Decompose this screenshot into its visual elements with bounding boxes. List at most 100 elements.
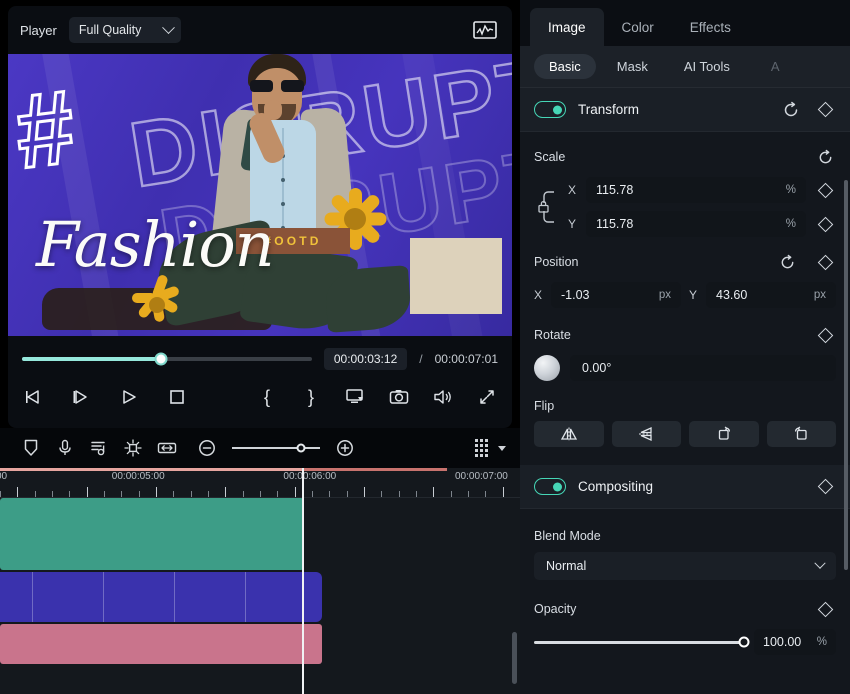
grid-view-icon[interactable] (475, 439, 488, 457)
monitor-icon[interactable] (344, 386, 366, 408)
flip-vertical-button[interactable] (611, 421, 681, 447)
camera-icon[interactable] (388, 386, 410, 408)
step-forward-icon[interactable] (70, 386, 92, 408)
flip-label: Flip (534, 399, 555, 413)
range-bar-active[interactable] (0, 468, 302, 471)
blend-mode-row-label: Blend Mode (534, 529, 836, 543)
video-preview[interactable]: DISRUPTED DISRUPTED # (8, 54, 512, 336)
zoom-in-icon[interactable] (328, 439, 362, 457)
blend-mode-label: Blend Mode (534, 529, 601, 543)
opacity-keyframe-icon[interactable] (814, 598, 836, 620)
scale-x-value: 115.78 (596, 183, 634, 197)
waveform-scope-icon[interactable] (472, 20, 498, 40)
total-timecode: 00:00:07:01 (434, 352, 498, 366)
ruler-tick (468, 491, 469, 497)
overlay-clip[interactable] (0, 572, 323, 622)
ruler-tick (381, 491, 383, 497)
compositing-toggle[interactable] (534, 478, 566, 495)
position-x-input[interactable]: -1.03 px (551, 282, 681, 308)
flip-horizontal-button[interactable] (534, 421, 604, 447)
lock-icon[interactable] (534, 187, 560, 227)
tab-effects[interactable]: Effects (672, 8, 749, 46)
audio-list-icon[interactable] (82, 439, 116, 457)
play-icon[interactable] (118, 386, 140, 408)
video-clip[interactable] (0, 498, 305, 570)
ruler-tick (138, 491, 140, 497)
hand (264, 100, 282, 120)
subtab-ai-tools[interactable]: AI Tools (669, 54, 745, 79)
zoom-slider-track[interactable] (232, 443, 320, 453)
seek-handle[interactable] (154, 352, 168, 366)
ruler-tick (0, 491, 1, 497)
compositing-body: Blend Mode Normal Opacity 100.00 % (520, 509, 850, 659)
seek-bar[interactable] (22, 352, 312, 366)
tab-image[interactable]: Image (530, 8, 604, 46)
inspector-scrollbar[interactable] (844, 180, 848, 570)
audio-clip[interactable] (0, 624, 323, 664)
keyframe-diamond-icon[interactable] (814, 99, 836, 121)
quality-select[interactable]: Full Quality (68, 17, 181, 43)
position-x-axis-label: X (534, 288, 543, 302)
opacity-input[interactable]: 100.00 % (754, 629, 836, 655)
sparkle-icon[interactable] (116, 439, 150, 457)
scale-y-unit: % (785, 218, 796, 230)
quality-select-value: Full Quality (78, 23, 142, 37)
opacity-unit: % (816, 636, 827, 648)
ruler-tick (242, 491, 244, 497)
subtab-basic[interactable]: Basic (534, 54, 596, 79)
playback-button-row: { } (22, 386, 498, 408)
scale-y-keyframe-icon[interactable] (814, 213, 836, 235)
rotate-dial[interactable] (534, 355, 560, 381)
step-back-icon[interactable] (22, 386, 44, 408)
tab-color[interactable]: Color (604, 8, 672, 46)
rotate-left-button[interactable] (766, 421, 836, 447)
microphone-icon[interactable] (48, 439, 82, 457)
reset-icon[interactable] (780, 99, 802, 121)
ruler-tick (190, 491, 192, 497)
zoom-slider-handle[interactable] (296, 443, 306, 453)
position-row-label: Position (534, 251, 836, 273)
zoom-out-icon[interactable] (190, 439, 224, 457)
position-fields: X -1.03 px Y 43.60 px (534, 282, 836, 308)
blend-mode-select[interactable]: Normal (534, 552, 836, 580)
playhead[interactable] (301, 468, 304, 694)
speaker-icon[interactable] (432, 386, 454, 408)
subtab-mask[interactable]: Mask (602, 54, 663, 79)
rotate-value: 0.00° (582, 361, 612, 375)
inspector-scroll-area: Transform Scale X 115.78 % Y 115.78 % Po… (520, 88, 850, 694)
rotate-input[interactable]: 0.00° (570, 355, 836, 381)
position-keyframe-icon[interactable] (814, 251, 836, 273)
compositing-keyframe-icon[interactable] (814, 476, 836, 498)
fit-width-icon[interactable] (150, 440, 184, 456)
ruler-tick (450, 491, 452, 497)
subtab-more[interactable]: A (751, 54, 795, 79)
scale-x-input[interactable]: 115.78 % (586, 177, 806, 203)
transform-toggle[interactable] (534, 101, 566, 118)
expand-arrows-icon[interactable] (476, 386, 498, 408)
position-y-input[interactable]: 43.60 px (706, 282, 836, 308)
opacity-slider-handle[interactable] (738, 636, 750, 648)
rotate-keyframe-icon[interactable] (814, 324, 836, 346)
ruler-label: 00:00:07:00 (455, 471, 508, 482)
scale-x-keyframe-icon[interactable] (814, 179, 836, 201)
compositing-title: Compositing (578, 479, 654, 494)
scale-y-input[interactable]: 115.78 % (586, 211, 806, 237)
scale-reset-icon[interactable] (814, 146, 836, 168)
brace-close-icon[interactable]: } (300, 386, 322, 408)
shield-icon[interactable] (14, 439, 48, 457)
blend-mode-value: Normal (546, 559, 587, 573)
position-reset-icon[interactable] (776, 251, 798, 273)
chevron-down-icon[interactable] (498, 445, 506, 451)
video-editor-window: Player Full Quality DISRUPTED DISRUPTED (0, 0, 850, 694)
current-timecode[interactable]: 00:00:03:12 (323, 348, 408, 370)
timeline-tracks[interactable] (0, 498, 520, 694)
rotate-right-button[interactable] (689, 421, 759, 447)
player-header: Player Full Quality (8, 6, 512, 54)
timeline-ruler[interactable]: 00 00:00:05:00 00:00:06:00 00:00:07:00 (0, 468, 520, 498)
timeline[interactable]: 00 00:00:05:00 00:00:06:00 00:00:07:00 (0, 468, 520, 694)
timeline-scrollbar[interactable] (512, 632, 517, 684)
brace-open-icon[interactable]: { (256, 386, 278, 408)
timeline-zoom-slider[interactable] (190, 439, 362, 457)
stop-icon[interactable] (166, 386, 188, 408)
opacity-slider-track[interactable] (534, 636, 750, 648)
